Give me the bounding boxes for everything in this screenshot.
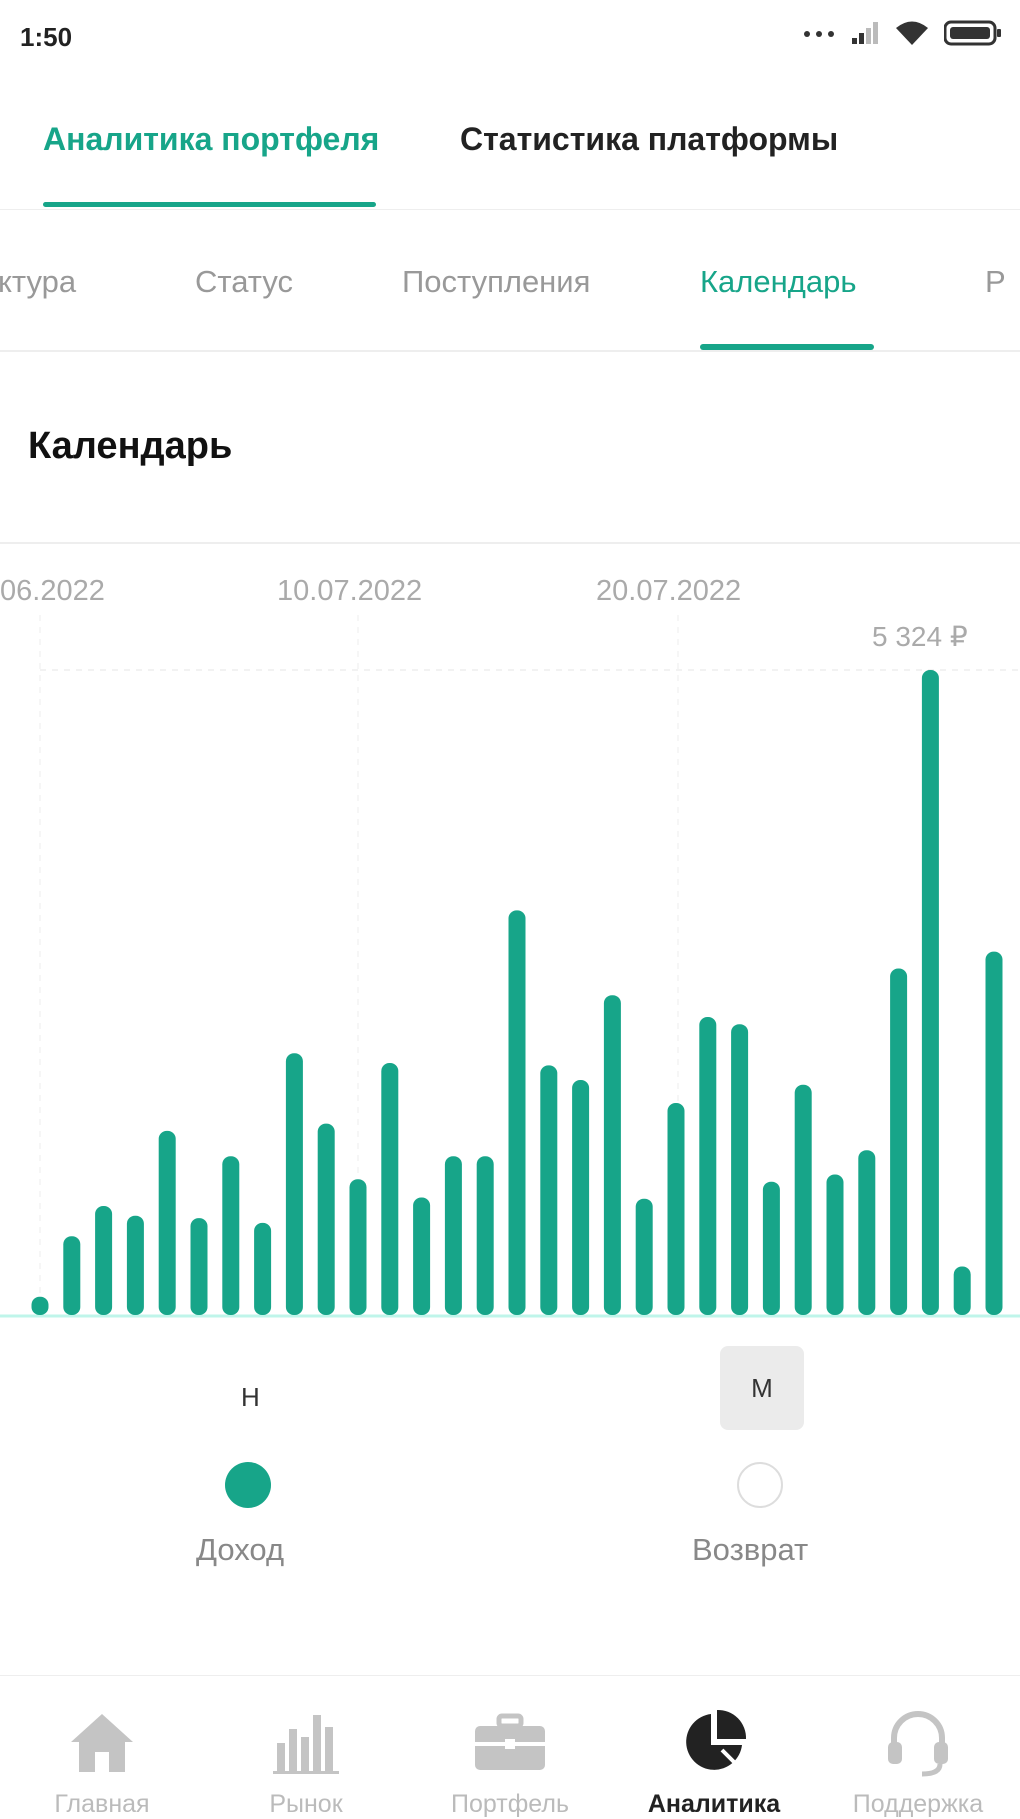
- income-toggle[interactable]: [225, 1462, 271, 1508]
- chart-bar[interactable]: [699, 1017, 717, 1315]
- chart-bar[interactable]: [635, 1198, 653, 1315]
- chart-bar[interactable]: [349, 1179, 367, 1315]
- legend: Н М Доход Возврат: [0, 1340, 1020, 1600]
- more-dots-icon: [802, 26, 836, 44]
- sub-tab-calendar[interactable]: Календарь: [700, 264, 856, 300]
- nav-label-analytics: Аналитика: [647, 1790, 781, 1818]
- nav-label-support: Поддержка: [852, 1790, 984, 1818]
- income-label: Доход: [196, 1532, 285, 1567]
- wifi-icon: [894, 19, 930, 52]
- chart-bar[interactable]: [794, 1084, 812, 1315]
- chart-bar[interactable]: [603, 995, 621, 1315]
- chart-bar[interactable]: [381, 1063, 399, 1315]
- sub-tabs: ктура Статус Поступления Календарь Р: [0, 212, 1020, 352]
- market-icon: [266, 1702, 346, 1782]
- signal-icon: [850, 20, 880, 51]
- nav-item-portfolio[interactable]: Портфель: [408, 1676, 612, 1819]
- chart-bar[interactable]: [572, 1080, 590, 1315]
- legend-m-badge[interactable]: М: [720, 1346, 804, 1430]
- section-title: Календарь: [28, 425, 233, 467]
- sub-tab-indicator: [700, 344, 874, 350]
- tab-platform-statistics[interactable]: Статистика платформы: [460, 121, 838, 158]
- chart-bar[interactable]: [985, 951, 1003, 1315]
- chart-bar[interactable]: [222, 1156, 240, 1315]
- headset-icon: [878, 1702, 958, 1782]
- chart-bar[interactable]: [190, 1218, 208, 1315]
- chart-bar[interactable]: [95, 1206, 113, 1315]
- chart-bar[interactable]: [126, 1215, 144, 1315]
- chart-bar[interactable]: [158, 1130, 176, 1315]
- x-tick-label: 10.07.2022: [277, 575, 422, 607]
- nav-label-portfolio: Портфель: [451, 1790, 569, 1818]
- chart-bar[interactable]: [413, 1197, 431, 1316]
- battery-icon: [943, 19, 1002, 52]
- status-time: 1:50: [20, 22, 73, 52]
- top-tab-indicator: [43, 202, 376, 207]
- chart-x-ticks: 06.2022 10.07.2022 20.07.2022: [0, 575, 741, 607]
- chart-bar[interactable]: [31, 1296, 49, 1315]
- nav-item-analytics[interactable]: Аналитика: [612, 1676, 816, 1819]
- sub-tab-next[interactable]: Р: [985, 264, 1006, 300]
- nav-item-home[interactable]: Главная: [0, 1676, 204, 1819]
- bottom-nav: Главная Рынок Портфель Аналитика Поддерж…: [0, 1675, 1020, 1819]
- legend-m-label: М: [751, 1372, 773, 1403]
- chart-bar[interactable]: [762, 1181, 780, 1315]
- chart-bar[interactable]: [508, 910, 526, 1315]
- nav-item-support[interactable]: Поддержка: [816, 1676, 1020, 1819]
- chart-bar[interactable]: [476, 1156, 494, 1315]
- top-tabs: Аналитика портфеля Статистика платформы: [0, 95, 1020, 210]
- return-toggle[interactable]: [737, 1462, 783, 1508]
- status-bar: 1:50: [0, 0, 1020, 70]
- return-label: Возврат: [692, 1532, 809, 1567]
- chart-bar[interactable]: [858, 1150, 876, 1315]
- chart-bar[interactable]: [444, 1156, 462, 1315]
- chart-bars: [31, 670, 1003, 1316]
- status-icons: [802, 18, 1002, 52]
- max-value-label: 5 324 ₽: [872, 621, 968, 652]
- chart-bar[interactable]: [540, 1065, 558, 1315]
- sub-tab-status[interactable]: Статус: [195, 264, 293, 300]
- chart-bar[interactable]: [731, 1024, 749, 1315]
- sub-tab-income[interactable]: Поступления: [402, 264, 590, 300]
- x-tick-label: 06.2022: [0, 575, 105, 607]
- section-divider: [0, 542, 1020, 544]
- chart-bar[interactable]: [254, 1222, 272, 1315]
- sub-tab-structure[interactable]: ктура: [0, 264, 76, 300]
- chart-bar[interactable]: [285, 1053, 303, 1315]
- calendar-chart[interactable]: 06.2022 10.07.2022 20.07.2022 5 324 ₽: [0, 560, 1020, 1340]
- nav-label-home: Главная: [54, 1790, 150, 1818]
- chart-bar[interactable]: [667, 1103, 685, 1315]
- chart-bar[interactable]: [921, 670, 939, 1315]
- calendar-bar-chart: 06.2022 10.07.2022 20.07.2022 5 324 ₽: [0, 575, 1020, 1318]
- x-tick-label: 20.07.2022: [596, 575, 741, 607]
- pie-chart-icon: [674, 1702, 754, 1782]
- nav-item-market[interactable]: Рынок: [204, 1676, 408, 1819]
- tab-portfolio-analytics[interactable]: Аналитика портфеля: [43, 121, 379, 158]
- nav-label-market: Рынок: [269, 1790, 343, 1818]
- home-icon: [62, 1702, 142, 1782]
- chart-bar[interactable]: [890, 968, 908, 1316]
- chart-bar[interactable]: [63, 1236, 81, 1315]
- briefcase-icon: [470, 1702, 550, 1782]
- chart-bar[interactable]: [826, 1174, 844, 1316]
- chart-bar[interactable]: [953, 1266, 971, 1316]
- chart-bar[interactable]: [317, 1123, 335, 1315]
- legend-n-label: Н: [241, 1382, 260, 1412]
